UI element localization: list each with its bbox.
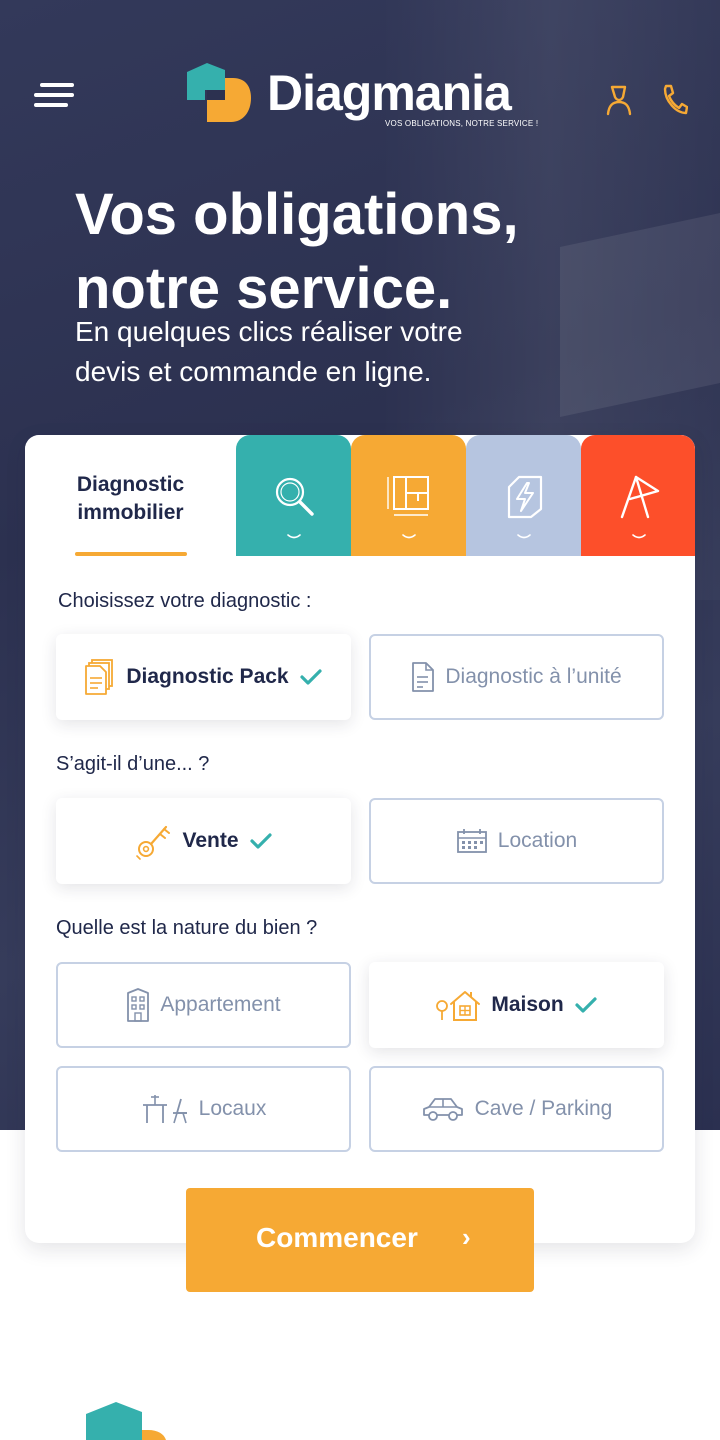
commencer-button-label: Commencer — [256, 1222, 418, 1253]
chevron-right-icon: › — [462, 1222, 471, 1252]
chevron-down-icon — [632, 534, 646, 539]
phone-icon[interactable] — [660, 83, 688, 117]
question-diagnostic-type: Choisissez votre diagnostic : — [58, 590, 312, 612]
hamburger-menu-icon[interactable] — [34, 83, 74, 107]
option-vente[interactable]: Vente — [56, 798, 351, 884]
question-property-type: Quelle est la nature du bien ? — [56, 917, 318, 939]
brand-logo[interactable]: Diagmania VOS OBLIGATIONS, NOTRE SERVICE… — [185, 60, 545, 135]
check-icon — [575, 997, 597, 1013]
option-label: Vente — [182, 829, 239, 852]
search-icon — [275, 477, 314, 516]
tab-label-line: Diagnostic — [76, 473, 185, 496]
tab-energy[interactable] — [466, 435, 581, 556]
document-icon — [412, 662, 435, 692]
option-label: Cave / Parking — [474, 1097, 613, 1120]
check-icon — [300, 669, 322, 685]
hero-subtitle: En quelques clics réaliser votre devis e… — [75, 312, 595, 392]
chevron-down-icon — [402, 534, 416, 539]
diagnostic-form-card: Diagnostic immobilier Choisissez votre d… — [25, 435, 695, 1243]
calendar-icon — [456, 829, 487, 853]
option-label: Maison — [491, 993, 564, 1016]
logo-wordmark: Diagmania — [267, 65, 512, 121]
tab-label-line: immobilier — [77, 501, 184, 524]
hero-title: Vos obligations, notre service. — [75, 178, 675, 326]
option-locaux[interactable]: Locaux — [56, 1066, 351, 1152]
tab-diagnostic-immobilier[interactable]: Diagnostic immobilier — [25, 435, 236, 556]
tab-floor-plan[interactable] — [351, 435, 466, 556]
tab-label: Diagnostic immobilier — [25, 471, 236, 527]
option-label: Locaux — [198, 1097, 267, 1120]
option-appartement[interactable]: Appartement — [56, 962, 351, 1048]
documents-icon — [85, 659, 114, 695]
check-icon — [249, 833, 272, 849]
site-header: Diagmania VOS OBLIGATIONS, NOTRE SERVICE… — [0, 55, 720, 135]
option-label: Appartement — [160, 993, 281, 1016]
option-label: Diagnostic Pack — [126, 665, 289, 688]
hero-title-line: Vos obligations, — [75, 182, 519, 247]
logo-mark-icon — [187, 63, 251, 122]
option-location[interactable]: Location — [369, 798, 664, 884]
option-label: Location — [497, 829, 578, 852]
option-diagnostic-pack[interactable]: Diagnostic Pack — [56, 634, 351, 720]
key-icon — [136, 825, 171, 860]
option-cave-parking[interactable]: Cave / Parking — [369, 1066, 664, 1152]
office-desk-icon — [142, 1095, 187, 1124]
option-maison[interactable]: Maison — [369, 962, 664, 1048]
active-tab-underline — [75, 552, 187, 556]
commencer-button[interactable]: Commencer › — [186, 1188, 534, 1292]
hero-subtitle-line: devis et commande en ligne. — [75, 356, 432, 387]
user-icon[interactable] — [605, 83, 633, 117]
logo-tagline: VOS OBLIGATIONS, NOTRE SERVICE ! — [385, 119, 539, 128]
footer-logo-mark-icon — [86, 1402, 166, 1440]
car-icon — [422, 1098, 463, 1121]
floor-plan-icon — [387, 476, 429, 516]
option-diagnostic-unite[interactable]: Diagnostic à l’unité — [369, 634, 664, 720]
hero-subtitle-line: En quelques clics réaliser votre — [75, 316, 463, 347]
building-icon — [127, 988, 150, 1022]
tab-search[interactable] — [236, 435, 351, 556]
option-label: Diagnostic à l’unité — [445, 665, 622, 688]
question-transaction-type: S’agit-il d’une... ? — [56, 753, 210, 775]
energy-icon — [507, 475, 543, 519]
house-icon — [436, 991, 481, 1021]
chevron-down-icon — [287, 534, 301, 539]
asbestos-sign-icon — [620, 475, 660, 519]
service-tabs: Diagnostic immobilier — [25, 435, 695, 556]
tab-asbestos[interactable] — [581, 435, 695, 556]
chevron-down-icon — [517, 534, 531, 539]
